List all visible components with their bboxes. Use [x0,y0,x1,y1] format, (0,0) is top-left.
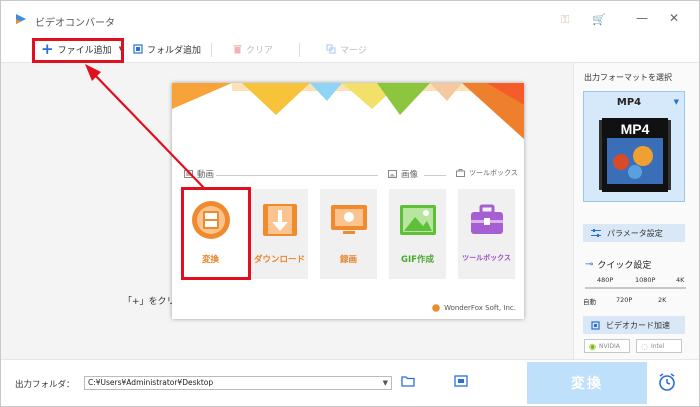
sliders-icon [591,228,601,237]
image-icon [396,201,440,239]
close-button[interactable]: ✕ [669,11,679,25]
bottom-bar: 出力フォルダ： C:¥Users¥Administrator¥Desktop ▼… [1,359,699,406]
tile-toolbox-label: ツールボックス [462,254,511,262]
folder-icon[interactable] [401,375,415,387]
app-window: ビデオコンバータ ⚿ 🛒 — ✕ + ファイル追加 ▼ フォルダ追加 クリア マ… [0,0,700,407]
folder-add-icon [133,44,143,54]
screen-record-icon [327,201,371,239]
convert-button[interactable]: 変換 [527,362,647,404]
intel-badge[interactable]: ◌ Intel [636,339,682,353]
section-toolbox-label: ツールボックス [469,169,518,177]
parameter-settings-label: パラメータ設定 [607,228,663,238]
scale-720p: 720P [616,296,633,304]
tile-record-label: 録画 [339,255,357,265]
clear-button[interactable]: クリア [233,41,273,57]
section-image-label: 画像 [401,170,419,180]
video-section-icon [184,170,193,178]
open-folder-icon[interactable] [454,375,468,387]
tile-record[interactable]: 録画 [320,189,377,279]
highlight-add-file [32,38,124,63]
toolbar-divider [211,43,212,57]
intel-logo-icon: ◌ [641,341,648,351]
file-drop-area[interactable]: 「+」をクリッ 動画 画像 ツールボックス 変換 ダウンロード 録画 GIF作成… [1,63,573,359]
clear-label: クリア [246,45,274,56]
slider-icon: ⊸ [585,259,594,270]
copyright-text: WonderFox Soft, Inc. [444,304,516,312]
toolbox-icon [465,201,509,239]
download-icon [258,201,302,239]
section-video-label: 動画 [197,170,215,180]
copyright: WonderFox Soft, Inc. [432,304,516,312]
output-panel: 出力フォーマットを選択 MP4 ▼ MP4 パラメータ設定 ⊸ クイック設定 4… [573,63,699,359]
chip-icon [591,320,600,330]
parameter-settings-button[interactable]: パラメータ設定 [583,224,685,242]
add-folder-label: フォルダ追加 [147,45,202,56]
gpu-acceleration[interactable]: ビデオカード加速 [583,316,685,334]
scale-2k: 2K [658,296,667,304]
wonderfox-logo-icon [432,304,440,312]
minimize-button[interactable]: — [636,11,648,25]
toolbox-section-icon [456,169,465,177]
scale-480p: 480P [597,276,614,284]
output-format-title: 出力フォーマットを選択 [584,73,672,82]
image-section-icon [388,170,397,178]
mp4-format-icon: MP4 [599,118,671,192]
alarm-clock-icon[interactable] [657,372,677,392]
gpu-acceleration-label: ビデオカード加速 [606,320,670,330]
tile-download[interactable]: ダウンロード [251,189,308,279]
trash-icon [233,45,242,54]
section-toolbox: ツールボックス [456,168,518,178]
tile-gif-label: GIF作成 [401,255,434,265]
title-bar: ビデオコンバータ ⚿ 🛒 — ✕ [1,1,699,35]
nvidia-label: NVIDIA [598,342,620,350]
tile-download-label: ダウンロード [253,255,305,265]
nvidia-badge[interactable]: ◉ NVIDIA [584,339,630,353]
add-folder-button[interactable]: フォルダ追加 [133,41,201,57]
quick-settings-label: クイック設定 [597,261,652,271]
output-path-field[interactable]: C:¥Users¥Administrator¥Desktop ▼ [84,376,392,390]
quality-slider[interactable] [585,287,686,289]
section-image: 画像 [388,168,418,180]
merge-label: マージ [340,45,367,56]
output-folder-label: 出力フォルダ： [15,380,75,390]
chevron-down-icon[interactable]: ▼ [383,377,388,389]
intel-label: Intel [650,342,665,350]
highlight-convert-tile [181,187,251,280]
tile-toolbox[interactable]: ツールボックス [458,189,515,279]
quick-settings: ⊸ クイック設定 [585,258,651,271]
cart-icon[interactable]: 🛒 [592,13,606,26]
toolbar-divider [299,43,300,57]
output-path-value: C:¥Users¥Administrator¥Desktop [88,378,214,387]
key-icon[interactable]: ⚿ [561,13,569,27]
format-badge: MP4 [621,121,650,137]
app-title: ビデオコンバータ [35,18,115,29]
format-selector[interactable]: MP4 ▼ MP4 [583,91,685,202]
app-logo-icon [16,14,26,24]
merge-icon [326,44,336,54]
popup-banner [172,83,524,139]
scale-4k: 4K [676,276,685,284]
merge-button[interactable]: マージ [326,41,367,57]
scale-auto: 自動 [583,298,596,306]
section-divider [424,175,446,176]
section-video: 動画 [184,168,214,180]
format-name: MP4 [616,97,642,108]
tile-gif[interactable]: GIF作成 [389,189,446,279]
section-divider [216,175,378,176]
nvidia-logo-icon: ◉ [589,341,596,351]
scale-1080p: 1080P [635,276,656,284]
chevron-down-icon[interactable]: ▼ [674,98,679,106]
